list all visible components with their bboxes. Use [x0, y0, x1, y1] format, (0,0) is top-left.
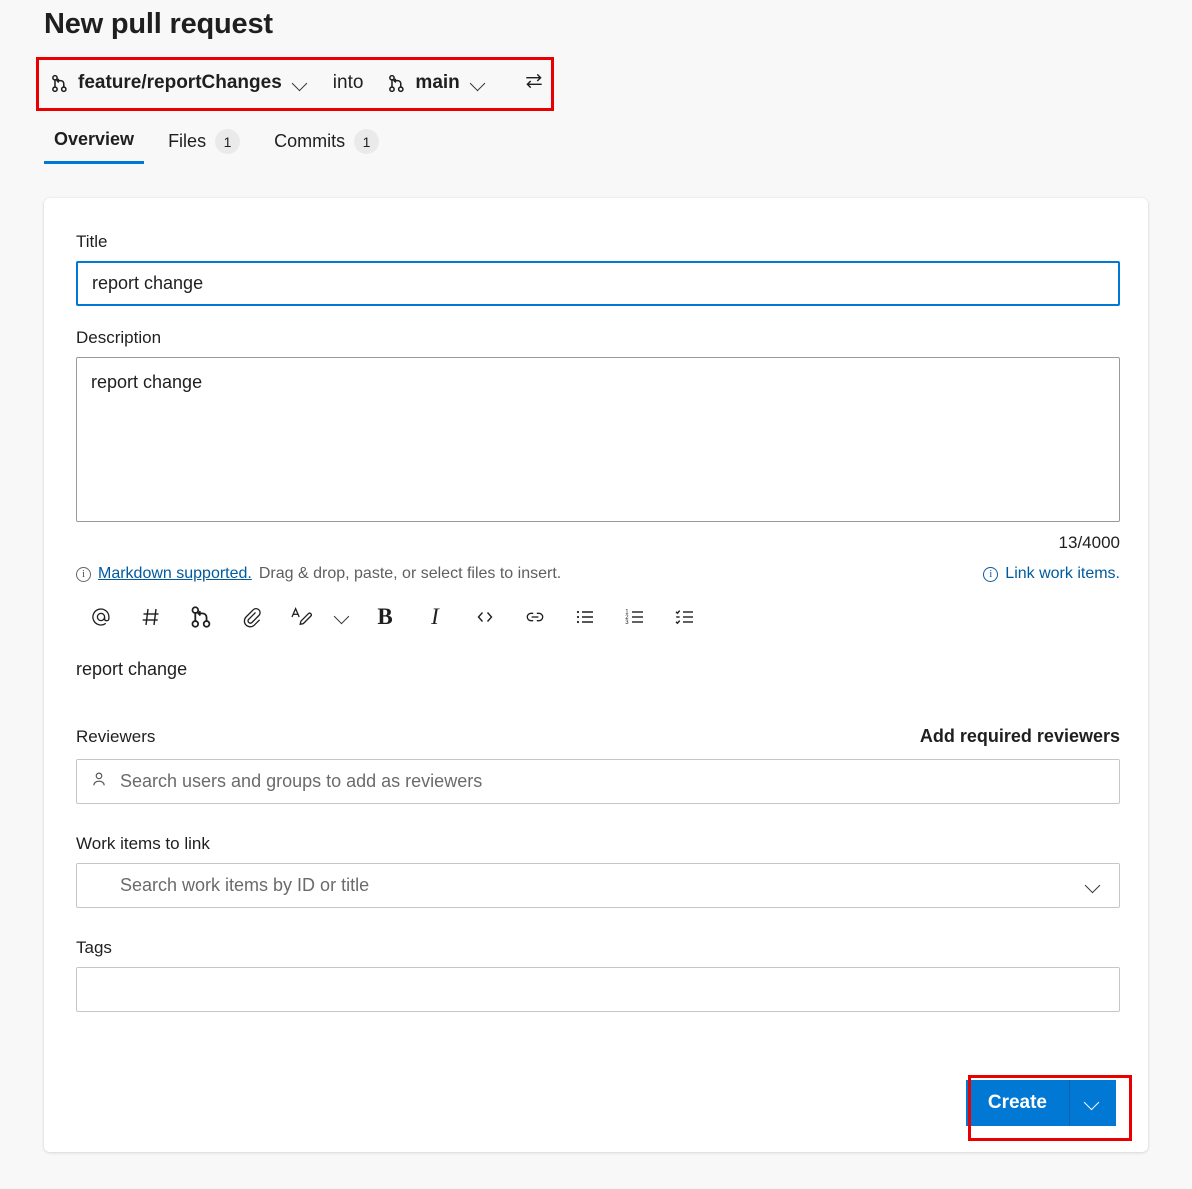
- mention-icon[interactable]: [76, 597, 126, 637]
- reviewers-search-wrap: [76, 759, 1120, 804]
- tab-files-count: 1: [215, 129, 240, 154]
- source-branch-selector[interactable]: feature/reportChanges: [44, 68, 315, 98]
- tab-files-label: Files: [168, 131, 206, 152]
- git-branch-icon: [50, 74, 69, 93]
- page-title: New pull request: [44, 8, 273, 41]
- character-counter: 13/4000: [76, 533, 1120, 553]
- work-items-block: Work items to link: [76, 834, 1120, 908]
- tags-label: Tags: [76, 938, 1120, 958]
- tab-commits-count: 1: [354, 129, 379, 154]
- description-label: Description: [76, 328, 1120, 348]
- numbered-list-icon[interactable]: 1 2 3: [610, 597, 660, 637]
- work-items-label: Work items to link: [76, 834, 1120, 854]
- add-required-reviewers-button[interactable]: Add required reviewers: [920, 726, 1120, 747]
- markdown-hint-text: Drag & drop, paste, or select files to i…: [259, 565, 561, 583]
- info-icon: i: [76, 567, 91, 582]
- svg-text:3: 3: [625, 620, 629, 626]
- italic-icon[interactable]: I: [410, 597, 460, 637]
- create-split-button[interactable]: Create: [966, 1080, 1116, 1126]
- title-input[interactable]: [76, 261, 1120, 306]
- pull-request-icon[interactable]: [176, 597, 226, 637]
- new-pull-request-page: New pull request feature/reportChanges i…: [0, 0, 1192, 1189]
- create-button[interactable]: Create: [966, 1080, 1070, 1126]
- source-branch-name: feature/reportChanges: [78, 72, 282, 94]
- reviewers-label: Reviewers: [76, 727, 155, 747]
- tab-files[interactable]: Files 1: [158, 125, 250, 168]
- markdown-supported-link[interactable]: Markdown supported.: [98, 565, 252, 583]
- markdown-toolbar: B I: [76, 597, 1120, 637]
- task-list-icon[interactable]: [660, 597, 710, 637]
- code-icon[interactable]: [460, 597, 510, 637]
- work-items-input[interactable]: [76, 863, 1120, 908]
- chevron-down-icon[interactable]: [326, 597, 360, 637]
- tab-overview-label: Overview: [54, 129, 134, 150]
- chevron-down-icon: [291, 74, 309, 92]
- target-branch-selector[interactable]: main: [381, 68, 492, 98]
- into-label: into: [333, 72, 364, 94]
- description-preview: report change: [76, 659, 1120, 680]
- pull-request-form-card: Title Description report change 13/4000 …: [44, 198, 1148, 1152]
- swap-branches-icon[interactable]: [519, 66, 549, 100]
- tags-input[interactable]: [76, 967, 1120, 1012]
- editor-helper-row: i Markdown supported. Drag & drop, paste…: [76, 565, 1120, 583]
- pr-tabs: Overview Files 1 Commits 1: [44, 125, 403, 168]
- description-textarea[interactable]: report change: [76, 357, 1120, 522]
- hashtag-icon[interactable]: [126, 597, 176, 637]
- tab-overview[interactable]: Overview: [44, 125, 144, 164]
- attach-icon[interactable]: [226, 597, 276, 637]
- git-branch-icon: [387, 74, 406, 93]
- chevron-down-icon: [469, 74, 487, 92]
- create-button-row: Create: [966, 1080, 1116, 1126]
- link-work-items-link[interactable]: Link work items.: [1005, 565, 1120, 583]
- create-dropdown-button[interactable]: [1070, 1080, 1116, 1126]
- tab-commits[interactable]: Commits 1: [264, 125, 389, 168]
- link-icon[interactable]: [510, 597, 560, 637]
- bullet-list-icon[interactable]: [560, 597, 610, 637]
- tab-commits-label: Commits: [274, 131, 345, 152]
- highlight-icon[interactable]: [276, 597, 326, 637]
- info-icon: i: [983, 567, 998, 582]
- reviewers-header: Reviewers Add required reviewers: [76, 726, 1120, 747]
- title-label: Title: [76, 232, 1120, 252]
- tags-block: Tags: [76, 938, 1120, 1012]
- target-branch-name: main: [415, 72, 459, 94]
- reviewers-search-input[interactable]: [76, 759, 1120, 804]
- branch-selector-row: feature/reportChanges into main: [44, 60, 549, 106]
- bold-icon[interactable]: B: [360, 597, 410, 637]
